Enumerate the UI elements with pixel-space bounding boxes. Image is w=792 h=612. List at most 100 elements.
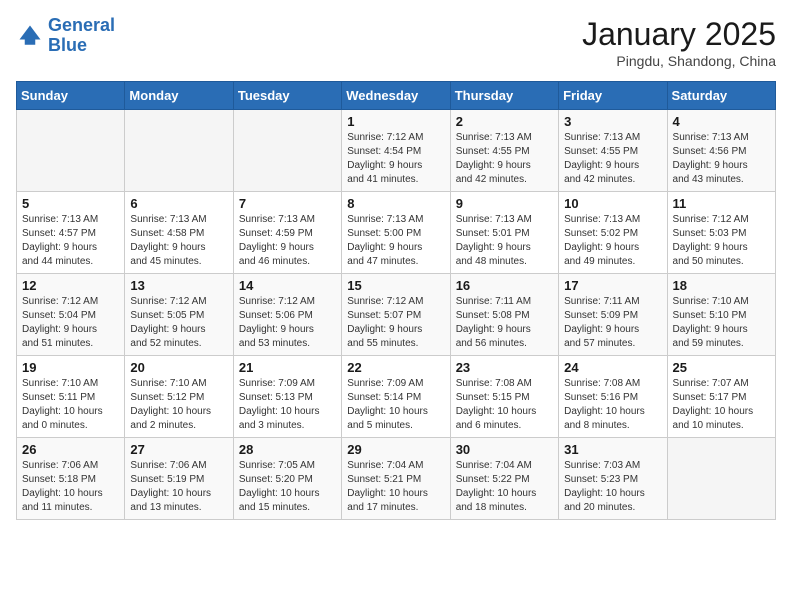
logo-text: General Blue [48,16,115,56]
calendar-cell: 25Sunrise: 7:07 AM Sunset: 5:17 PM Dayli… [667,356,775,438]
weekday-header-row: SundayMondayTuesdayWednesdayThursdayFrid… [17,82,776,110]
day-info: Sunrise: 7:06 AM Sunset: 5:18 PM Dayligh… [22,459,119,515]
calendar-cell: 19 Sunrise: 7:10 AM Sunset: 5:11 PM Dayli… [17,356,125,438]
day-number: 21 [239,360,336,375]
day-number: 14 [239,278,336,293]
month-title: January 2025 [582,16,776,53]
calendar-week-row: 26 Sunrise: 7:06 AM Sunset: 5:18 PM Dayli… [17,438,776,520]
day-number: 31 [564,442,661,457]
day-number: 7 [239,196,336,211]
day-info: Sunrise: 7:07 AM Sunset: 5:17 PM Dayligh… [673,377,770,433]
day-info: Sunrise: 7:12 AM Sunset: 5:04 PM Dayligh… [22,295,119,351]
logo: General Blue [16,16,115,56]
calendar-cell: 18 Sunrise: 7:10 AM Sunset: 5:10 PM Dayli… [667,274,775,356]
day-number: 19 [22,360,119,375]
day-number: 6 [130,196,227,211]
day-number: 29 [347,442,444,457]
day-info: Sunrise: 7:10 AM Sunset: 5:11 PM Dayligh… [22,377,119,433]
day-number: 2 [456,114,553,129]
calendar-cell: 14 Sunrise: 7:12 AM Sunset: 5:06 PM Dayli… [233,274,341,356]
day-info: Sunrise: 7:10 AM Sunset: 5:12 PM Dayligh… [130,377,227,433]
day-info: Sunrise: 7:09 AM Sunset: 5:14 PM Dayligh… [347,377,444,433]
day-info: Sunrise: 7:13 AM Sunset: 5:01 PM Dayligh… [456,213,553,269]
logo-icon [16,22,44,50]
calendar-week-row: 1 Sunrise: 7:12 AM Sunset: 4:54 PM Daylig… [17,110,776,192]
calendar-cell: 22Sunrise: 7:09 AM Sunset: 5:14 PM Dayli… [342,356,450,438]
day-info: Sunrise: 7:10 AM Sunset: 5:10 PM Dayligh… [673,295,770,351]
day-number: 8 [347,196,444,211]
day-number: 11 [673,196,770,211]
calendar-cell: 10 Sunrise: 7:13 AM Sunset: 5:02 PM Dayli… [559,192,667,274]
calendar-cell: 5Sunrise: 7:13 AM Sunset: 4:57 PM Daylig… [17,192,125,274]
calendar-cell: 1 Sunrise: 7:12 AM Sunset: 4:54 PM Daylig… [342,110,450,192]
day-info: Sunrise: 7:13 AM Sunset: 4:58 PM Dayligh… [130,213,227,269]
calendar-cell: 26 Sunrise: 7:06 AM Sunset: 5:18 PM Dayli… [17,438,125,520]
title-block: January 2025 Pingdu, Shandong, China [582,16,776,69]
day-number: 1 [347,114,444,129]
day-info: Sunrise: 7:09 AM Sunset: 5:13 PM Dayligh… [239,377,336,433]
day-number: 12 [22,278,119,293]
calendar-cell: 20 Sunrise: 7:10 AM Sunset: 5:12 PM Dayli… [125,356,233,438]
calendar-cell: 4 Sunrise: 7:13 AM Sunset: 4:56 PM Daylig… [667,110,775,192]
day-number: 23 [456,360,553,375]
day-number: 10 [564,196,661,211]
day-info: Sunrise: 7:08 AM Sunset: 5:16 PM Dayligh… [564,377,661,433]
day-number: 15 [347,278,444,293]
day-info: Sunrise: 7:12 AM Sunset: 5:07 PM Dayligh… [347,295,444,351]
day-info: Sunrise: 7:06 AM Sunset: 5:19 PM Dayligh… [130,459,227,515]
calendar-cell: 17Sunrise: 7:11 AM Sunset: 5:09 PM Dayli… [559,274,667,356]
day-number: 17 [564,278,661,293]
calendar-cell: 21 Sunrise: 7:09 AM Sunset: 5:13 PM Dayli… [233,356,341,438]
day-number: 30 [456,442,553,457]
day-number: 24 [564,360,661,375]
location-subtitle: Pingdu, Shandong, China [582,53,776,69]
calendar-cell: 29 Sunrise: 7:04 AM Sunset: 5:21 PM Dayli… [342,438,450,520]
weekday-header-wednesday: Wednesday [342,82,450,110]
day-info: Sunrise: 7:13 AM Sunset: 4:55 PM Dayligh… [564,131,661,187]
day-number: 18 [673,278,770,293]
calendar-cell: 2 Sunrise: 7:13 AM Sunset: 4:55 PM Daylig… [450,110,558,192]
logo-line1: General [48,15,115,35]
calendar-cell: 30Sunrise: 7:04 AM Sunset: 5:22 PM Dayli… [450,438,558,520]
day-info: Sunrise: 7:12 AM Sunset: 5:03 PM Dayligh… [673,213,770,269]
day-info: Sunrise: 7:12 AM Sunset: 4:54 PM Dayligh… [347,131,444,187]
calendar-cell [125,110,233,192]
calendar-cell: 6 Sunrise: 7:13 AM Sunset: 4:58 PM Daylig… [125,192,233,274]
calendar-cell: 15 Sunrise: 7:12 AM Sunset: 5:07 PM Dayli… [342,274,450,356]
calendar-table: SundayMondayTuesdayWednesdayThursdayFrid… [16,81,776,520]
calendar-cell: 28 Sunrise: 7:05 AM Sunset: 5:20 PM Dayli… [233,438,341,520]
page-header: General Blue January 2025 Pingdu, Shando… [16,16,776,69]
day-info: Sunrise: 7:04 AM Sunset: 5:21 PM Dayligh… [347,459,444,515]
weekday-header-monday: Monday [125,82,233,110]
calendar-cell: 24 Sunrise: 7:08 AM Sunset: 5:16 PM Dayli… [559,356,667,438]
day-info: Sunrise: 7:13 AM Sunset: 4:55 PM Dayligh… [456,131,553,187]
day-number: 3 [564,114,661,129]
day-info: Sunrise: 7:13 AM Sunset: 4:59 PM Dayligh… [239,213,336,269]
day-info: Sunrise: 7:13 AM Sunset: 4:56 PM Dayligh… [673,131,770,187]
weekday-header-sunday: Sunday [17,82,125,110]
calendar-cell: 9Sunrise: 7:13 AM Sunset: 5:01 PM Daylig… [450,192,558,274]
day-info: Sunrise: 7:03 AM Sunset: 5:23 PM Dayligh… [564,459,661,515]
calendar-cell: 12 Sunrise: 7:12 AM Sunset: 5:04 PM Dayli… [17,274,125,356]
calendar-cell: 13 Sunrise: 7:12 AM Sunset: 5:05 PM Dayli… [125,274,233,356]
day-info: Sunrise: 7:12 AM Sunset: 5:05 PM Dayligh… [130,295,227,351]
day-info: Sunrise: 7:05 AM Sunset: 5:20 PM Dayligh… [239,459,336,515]
weekday-header-tuesday: Tuesday [233,82,341,110]
calendar-cell [233,110,341,192]
weekday-header-saturday: Saturday [667,82,775,110]
day-number: 26 [22,442,119,457]
day-number: 28 [239,442,336,457]
calendar-week-row: 19 Sunrise: 7:10 AM Sunset: 5:11 PM Dayli… [17,356,776,438]
calendar-cell: 27Sunrise: 7:06 AM Sunset: 5:19 PM Dayli… [125,438,233,520]
day-number: 20 [130,360,227,375]
logo-line2: Blue [48,35,87,55]
day-number: 13 [130,278,227,293]
weekday-header-thursday: Thursday [450,82,558,110]
weekday-header-friday: Friday [559,82,667,110]
calendar-cell: 3 Sunrise: 7:13 AM Sunset: 4:55 PM Daylig… [559,110,667,192]
day-info: Sunrise: 7:12 AM Sunset: 5:06 PM Dayligh… [239,295,336,351]
day-number: 16 [456,278,553,293]
day-info: Sunrise: 7:13 AM Sunset: 5:02 PM Dayligh… [564,213,661,269]
day-number: 4 [673,114,770,129]
calendar-cell: 11 Sunrise: 7:12 AM Sunset: 5:03 PM Dayli… [667,192,775,274]
